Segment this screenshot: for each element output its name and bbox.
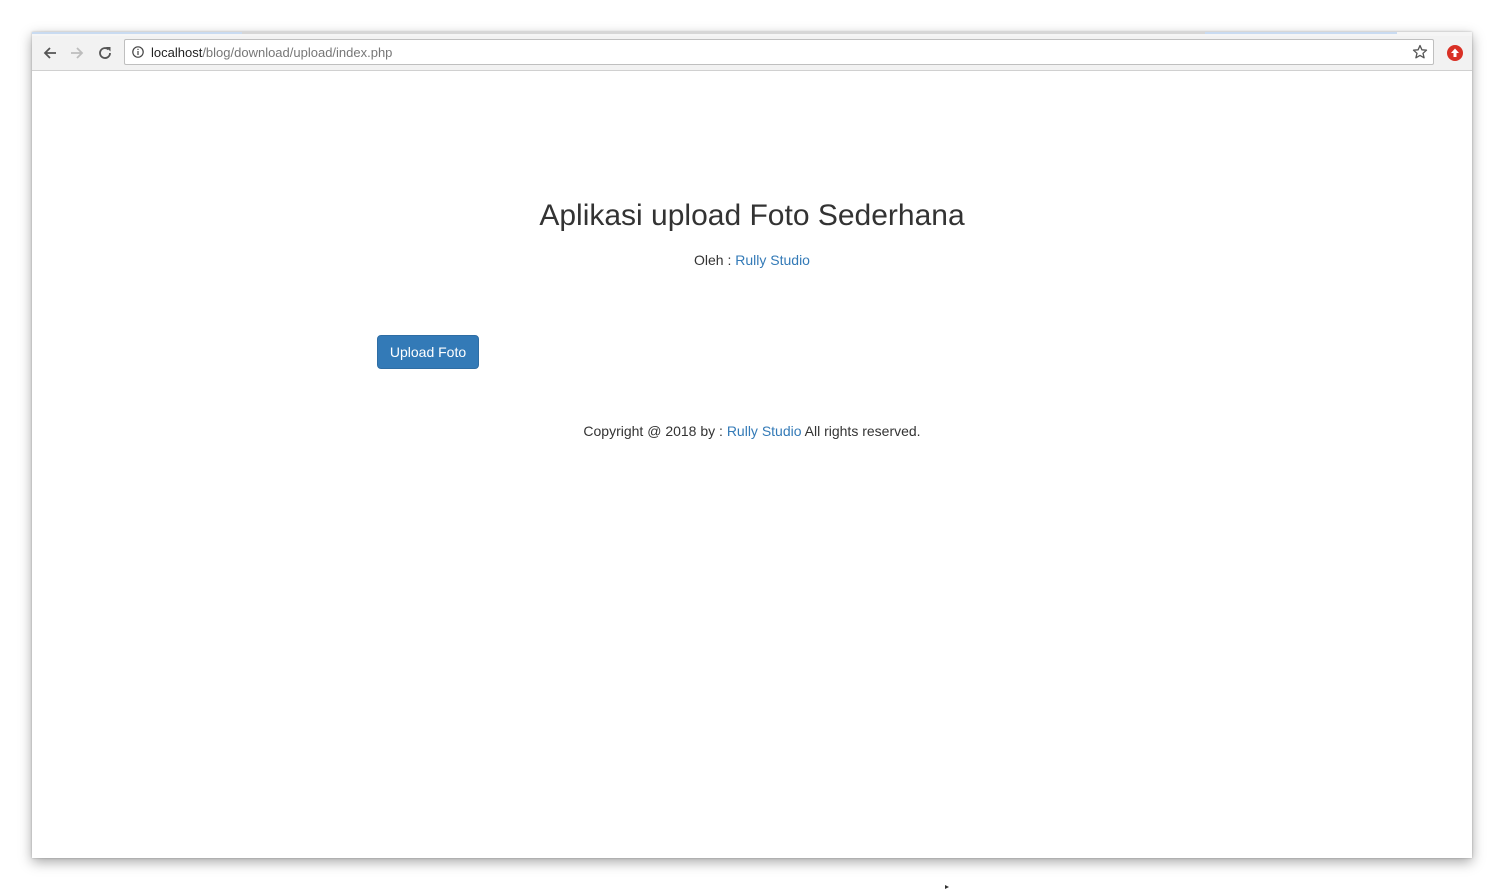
url-path: /blog/download/upload/index.php	[202, 45, 393, 60]
url-host: localhost	[151, 45, 203, 60]
footer: Copyright @ 2018 by : Rully Studio All r…	[32, 423, 1472, 439]
upload-photo-button[interactable]: Upload Foto	[377, 335, 479, 369]
byline: Oleh : Rully Studio	[32, 252, 1472, 268]
reload-icon	[99, 47, 111, 59]
browser-window: localhost/blog/download/upload/index.php…	[32, 32, 1472, 858]
browser-toolbar: localhost/blog/download/upload/index.php	[32, 36, 1472, 71]
info-icon[interactable]	[132, 46, 144, 58]
mouse-cursor-icon	[945, 885, 949, 889]
footer-author-link[interactable]: Rully Studio	[727, 423, 802, 439]
page-title: Aplikasi upload Foto Sederhana	[539, 199, 965, 232]
author-link[interactable]: Rully Studio	[735, 252, 810, 268]
url-text[interactable]: localhost/blog/download/upload/index.php	[151, 45, 392, 60]
tab-inactive[interactable]	[437, 32, 629, 34]
tab-inactive[interactable]	[1013, 32, 1205, 34]
tab-inactive[interactable]	[629, 32, 821, 34]
reload-button[interactable]	[92, 40, 118, 66]
byline-prefix: Oleh :	[694, 252, 736, 268]
footer-prefix: Copyright @ 2018 by :	[583, 423, 727, 439]
forward-button[interactable]	[64, 40, 90, 66]
arrow-right-icon	[71, 47, 84, 59]
back-button[interactable]	[37, 40, 63, 66]
address-bar[interactable]: localhost/blog/download/upload/index.php	[124, 39, 1434, 65]
tab-inactive[interactable]	[821, 32, 1013, 34]
extension-icon[interactable]	[1446, 44, 1464, 62]
active-tab-indicator	[32, 32, 242, 34]
tab-inactive[interactable]	[1205, 32, 1397, 34]
tab-inactive[interactable]	[242, 32, 437, 34]
arrow-left-icon	[43, 47, 56, 59]
footer-suffix: All rights reserved.	[801, 423, 921, 439]
star-icon[interactable]	[1412, 44, 1428, 60]
page-content: Aplikasi upload Foto Sederhana Oleh : Ru…	[32, 71, 1472, 858]
